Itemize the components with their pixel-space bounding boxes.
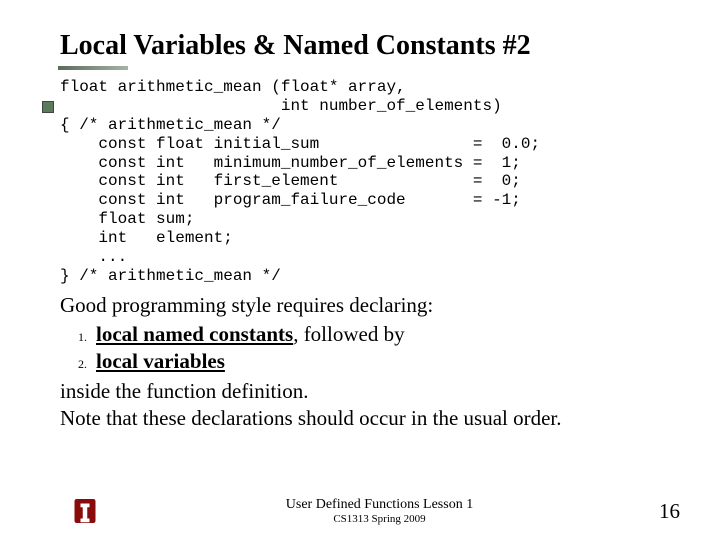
list-item: local variables <box>90 348 670 375</box>
slide-title: Local Variables & Named Constants #2 <box>60 30 670 62</box>
outro-line-1: inside the function definition. <box>60 378 670 405</box>
list-item-term: local named constants <box>96 322 293 346</box>
title-underline <box>58 66 128 70</box>
university-logo <box>70 496 100 526</box>
list-item-tail: , followed by <box>293 322 404 346</box>
intro-line: Good programming style requires declarin… <box>60 292 670 319</box>
footer-line-1: User Defined Functions Lesson 1 <box>100 497 659 513</box>
code-block: float arithmetic_mean (float* array, int… <box>60 78 670 286</box>
page-number: 16 <box>659 499 680 524</box>
outro-line-2: Note that these declarations should occu… <box>60 405 670 432</box>
bullet-square <box>42 101 54 113</box>
footer-text: User Defined Functions Lesson 1 CS1313 S… <box>100 497 659 525</box>
list-item-term: local variables <box>96 349 225 373</box>
list-item: local named constants, followed by <box>90 321 670 348</box>
footer-line-2: CS1313 Spring 2009 <box>100 513 659 525</box>
body-text: Good programming style requires declarin… <box>60 292 670 432</box>
